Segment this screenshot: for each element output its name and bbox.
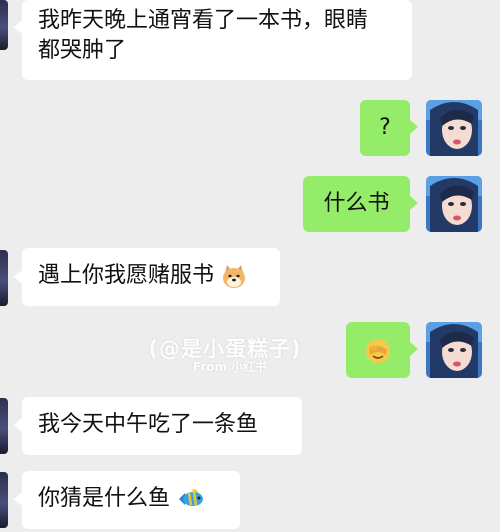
portrait-icon: [426, 176, 482, 232]
bubble-tail: [14, 270, 22, 284]
message-text: 什么书: [323, 191, 390, 216]
contact-avatar[interactable]: [0, 250, 8, 306]
contact-avatar[interactable]: [0, 0, 8, 50]
message-bubble-outgoing[interactable]: ?: [360, 100, 410, 156]
portrait-icon: [426, 322, 482, 378]
bubble-tail: [14, 418, 22, 432]
doge-icon: [223, 265, 246, 288]
user-avatar[interactable]: [426, 322, 482, 378]
message-bubble-incoming[interactable]: 遇上你我愿赌服书: [22, 248, 280, 306]
bubble-tail: [14, 492, 22, 506]
message-bubble-incoming[interactable]: 我昨天晚上通宵看了一本书，眼睛 都哭肿了: [22, 0, 412, 80]
contact-avatar[interactable]: [0, 472, 8, 528]
bubble-tail: [410, 196, 418, 210]
message-text: 我今天中午吃了一条鱼: [38, 412, 259, 437]
message-bubble-outgoing[interactable]: [346, 322, 410, 378]
user-avatar[interactable]: [426, 100, 482, 156]
message-bubble-incoming[interactable]: 你猜是什么鱼: [22, 471, 240, 529]
contact-avatar[interactable]: [0, 398, 8, 454]
chat-view: 我昨天晚上通宵看了一本书，眼睛 都哭肿了 ? 什么书 遇上你我愿赌服书 (@是小…: [0, 0, 500, 532]
bubble-tail: [410, 342, 418, 356]
user-avatar[interactable]: [426, 176, 482, 232]
message-text: 我昨天晚上通宵看了一本书，眼睛 都哭肿了: [38, 8, 369, 63]
message-bubble-outgoing[interactable]: 什么书: [303, 176, 410, 232]
message-text: 遇上你我愿赌服书: [38, 263, 215, 288]
message-text: ?: [379, 115, 391, 140]
bubble-tail: [410, 120, 418, 134]
bubble-tail: [14, 20, 22, 34]
tropical-fish-icon: [179, 489, 204, 507]
facepalm-emoji-icon: [366, 339, 390, 363]
watermark-source: From 小红书: [192, 360, 268, 374]
message-text: 你猜是什么鱼: [38, 486, 171, 511]
message-bubble-incoming[interactable]: 我今天中午吃了一条鱼: [22, 397, 302, 455]
portrait-icon: [426, 100, 482, 156]
